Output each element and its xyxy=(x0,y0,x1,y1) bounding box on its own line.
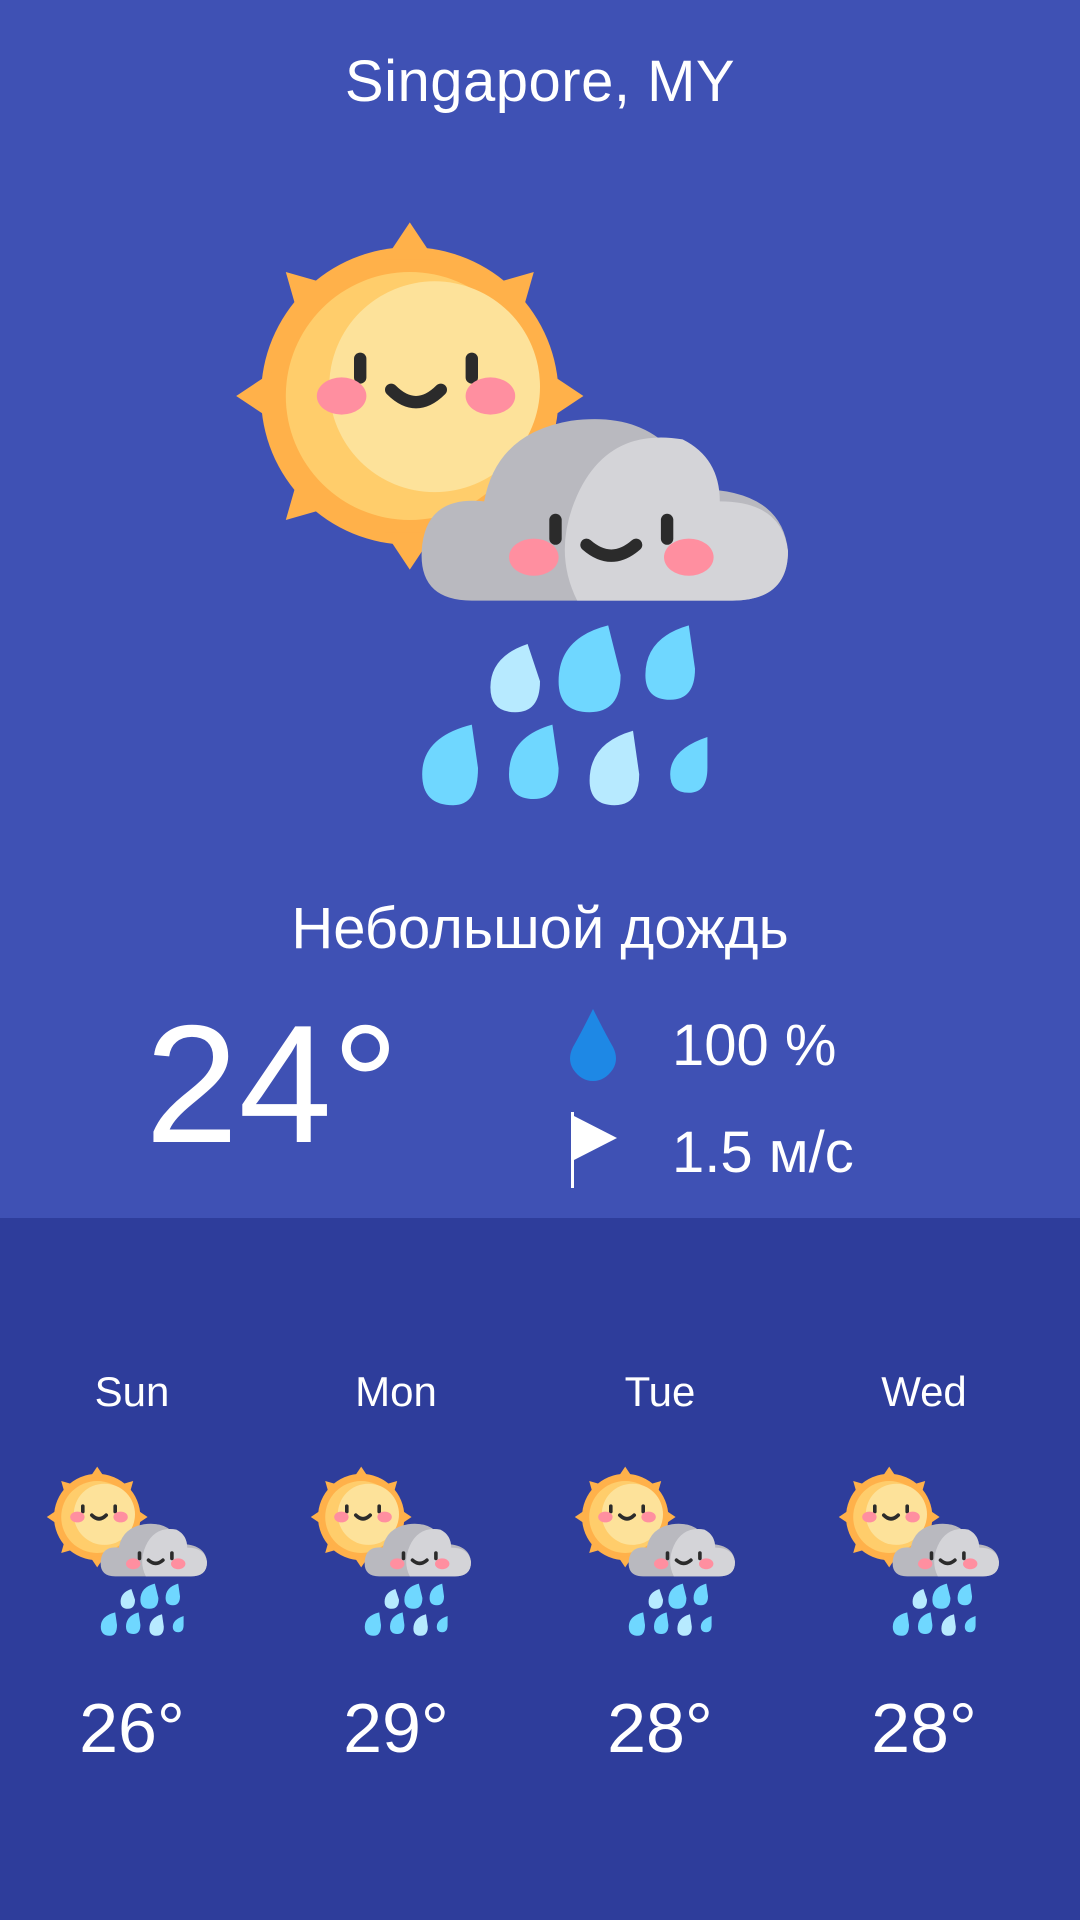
city-name: Singapore, MY xyxy=(344,49,736,114)
humidity-value: 100 % xyxy=(672,1013,837,1078)
forecast-day-temp: 28° xyxy=(871,1689,977,1767)
current-weather-panel: Singapore, MY Небольшой дождь 24° 100 % … xyxy=(0,0,1080,1218)
wind-speed-value: 1.5 м/с xyxy=(672,1120,854,1185)
forecast-day[interactable]: Tue 28° xyxy=(528,1218,792,1920)
wind-flag-icon xyxy=(571,1112,617,1188)
forecast-day-temp: 26° xyxy=(79,1689,185,1767)
sun-cloud-rain-icon xyxy=(573,1463,753,1643)
forecast-day[interactable]: Wed 28° xyxy=(792,1218,1056,1920)
forecast-day-temp: 28° xyxy=(607,1689,713,1767)
sun-cloud-rain-icon xyxy=(230,210,850,830)
forecast-day-name: Mon xyxy=(355,1368,437,1415)
weather-condition: Небольшой дождь xyxy=(291,896,789,961)
humidity-drop-icon xyxy=(570,1009,616,1081)
forecast-panel: Sun 26° Mon 29° Tue 28° Wed 28° xyxy=(0,1218,1080,1920)
forecast-day-temp: 29° xyxy=(343,1689,449,1767)
forecast-day-name: Sun xyxy=(94,1368,170,1415)
forecast-day-name: Tue xyxy=(624,1368,696,1415)
sun-cloud-rain-icon xyxy=(837,1463,1017,1643)
forecast-day[interactable]: Mon 29° xyxy=(264,1218,528,1920)
sun-cloud-rain-icon xyxy=(45,1463,225,1643)
forecast-day-name: Wed xyxy=(881,1368,967,1415)
sun-cloud-rain-icon xyxy=(309,1463,489,1643)
forecast-day[interactable]: Sun 26° xyxy=(0,1218,264,1920)
current-temperature: 24° xyxy=(145,990,400,1178)
weather-screen: Singapore, MY Небольшой дождь 24° 100 % … xyxy=(0,0,1080,1920)
